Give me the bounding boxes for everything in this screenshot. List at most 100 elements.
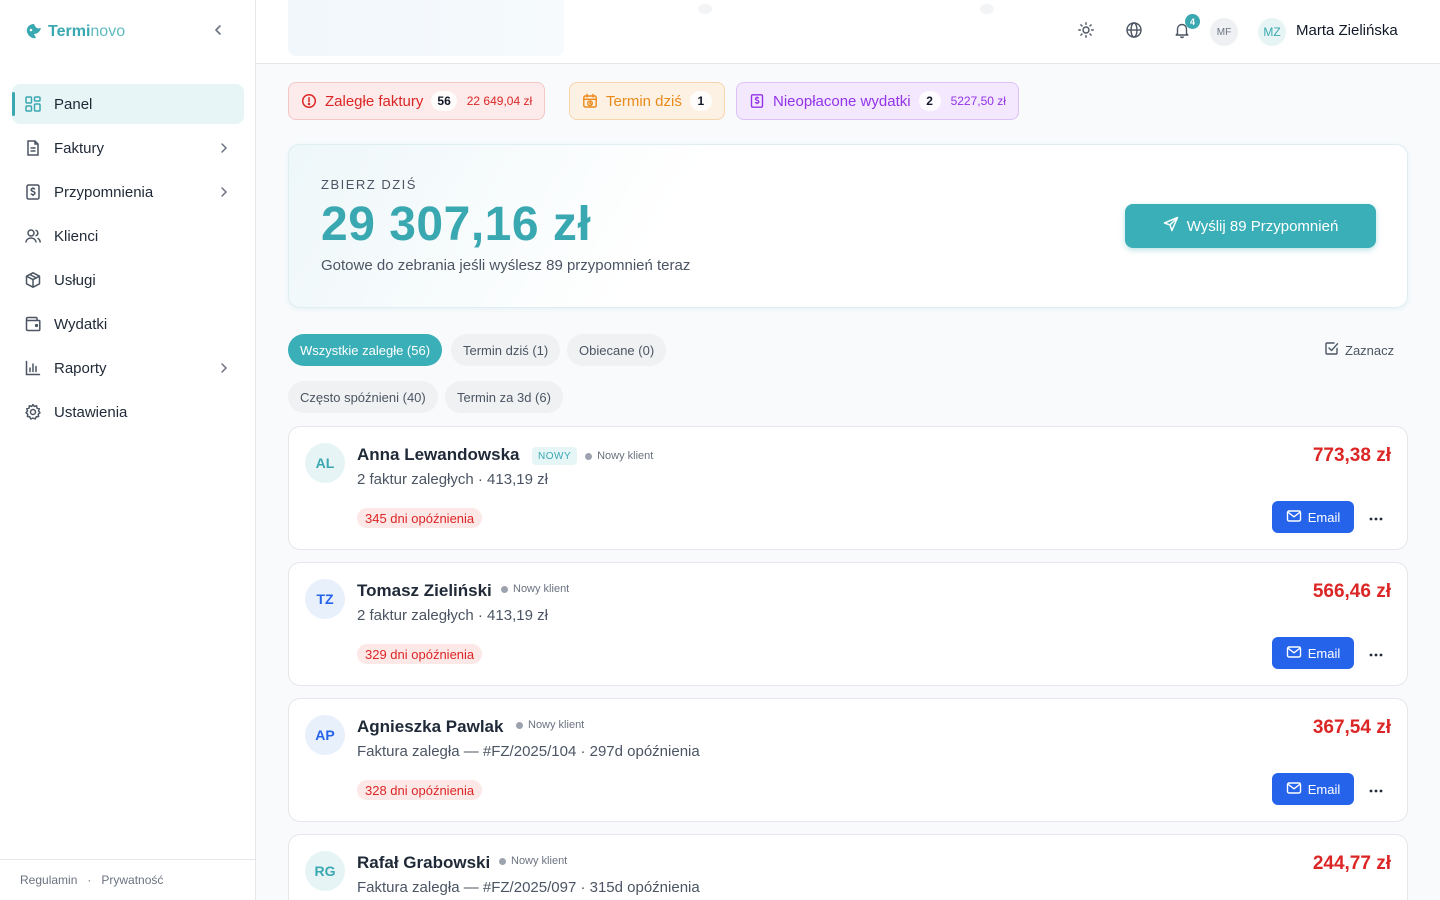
more-horizontal-icon: [1368, 780, 1384, 798]
client-name[interactable]: Tomasz Zieliński: [357, 581, 492, 601]
client-card[interactable]: RG Rafał Grabowski Nowy klient Faktura z…: [288, 834, 1408, 900]
client-status: Nowy klient: [516, 719, 584, 731]
sidebar-item-label: Faktury: [54, 139, 105, 157]
package-icon: [24, 271, 42, 289]
privacy-link[interactable]: Prywatność: [101, 873, 163, 887]
client-tags: Nowy klient: [516, 719, 584, 731]
chip-label: Termin dziś: [606, 92, 682, 110]
client-status-text: Nowy klient: [597, 450, 654, 462]
email-button[interactable]: Email: [1272, 773, 1354, 805]
send-reminders-label: Wyślij 89 Przypomnień: [1186, 217, 1339, 235]
chip-label: Nieopłacone wydatki: [773, 92, 911, 110]
send-reminders-button[interactable]: Wyślij 89 Przypomnień: [1125, 204, 1376, 248]
email-button-label: Email: [1307, 645, 1341, 661]
notifications-button[interactable]: 4: [1170, 14, 1200, 44]
brand-name-part2: novo: [90, 23, 126, 40]
client-card[interactable]: AP Agnieszka Pawlak Nowy klient Faktura …: [288, 698, 1408, 822]
filter-due-3d[interactable]: Termin za 3d (6): [445, 381, 563, 413]
chip-amount: 22 649,04 zł: [466, 94, 533, 108]
client-tags: Nowy klient: [499, 855, 567, 867]
alert-circle-icon: [301, 93, 317, 109]
sidebar-item-klienci[interactable]: Klienci: [12, 216, 244, 256]
unpaid-expenses-chip[interactable]: Nieopłacone wydatki 2 5227,50 zł: [736, 82, 1019, 120]
terms-link[interactable]: Regulamin: [20, 873, 77, 887]
client-avatar: AL: [305, 443, 345, 483]
client-name[interactable]: Rafał Grabowski: [357, 853, 490, 873]
client-status-text: Nowy klient: [513, 583, 570, 595]
user-avatar[interactable]: MZ: [1258, 18, 1286, 46]
sidebar-item-label: Przypomnienia: [54, 183, 154, 201]
due-today-chip[interactable]: Termin dziś 1: [569, 82, 725, 120]
dollar-bill-icon: [24, 183, 42, 201]
client-detail: 2 faktur zaległych · 413,19 zł: [357, 471, 548, 488]
client-status: Nowy klient: [499, 855, 567, 867]
sidebar-item-faktury[interactable]: Faktury: [12, 128, 244, 168]
email-button[interactable]: Email: [1272, 501, 1354, 533]
more-actions-button[interactable]: [1364, 505, 1388, 529]
client-status-text: Nowy klient: [511, 855, 568, 867]
filter-promised[interactable]: Obiecane (0): [567, 334, 667, 366]
sidebar-item-ustawienia[interactable]: Ustawienia: [12, 392, 244, 432]
sidebar-item-panel[interactable]: Panel: [12, 84, 244, 124]
client-amount: 244,77 zł: [1312, 853, 1391, 874]
theme-toggle-button[interactable]: [1074, 20, 1098, 44]
users-icon: [24, 227, 42, 245]
select-mode-button[interactable]: Zaznacz: [1324, 340, 1394, 360]
mail-icon: [1286, 509, 1302, 526]
sidebar-item-label: Panel: [54, 95, 93, 113]
filter-all-overdue[interactable]: Wszystkie zaległe (56): [288, 334, 443, 366]
client-status: Nowy klient: [585, 450, 653, 462]
filter-due-today[interactable]: Termin dziś (1): [451, 334, 561, 366]
sidebar-item-wydatki[interactable]: Wydatki: [12, 304, 244, 344]
email-button-label: Email: [1307, 781, 1341, 797]
collect-today-subtitle: Gotowe do zebrania jeśli wyślesz 89 przy…: [321, 257, 691, 274]
header-tab-placeholder: [980, 4, 994, 14]
client-avatar: TZ: [305, 579, 345, 619]
dashboard-icon: [24, 95, 42, 113]
overdue-invoices-chip[interactable]: Zaległe faktury 56 22 649,04 zł: [288, 82, 546, 120]
client-detail: Faktura zaległa — #FZ/2025/104 · 297d op…: [357, 743, 700, 760]
collect-today-kicker: ZBIERZ DZIŚ: [321, 177, 417, 192]
client-name[interactable]: Anna Lewandowska: [357, 445, 519, 465]
client-card[interactable]: AL Anna Lewandowska NOWY Nowy klient 2 f…: [288, 426, 1408, 550]
status-dot: [499, 857, 506, 865]
user-name[interactable]: Marta Zielińska: [1296, 22, 1398, 39]
client-amount: 566,46 zł: [1312, 581, 1391, 602]
sidebar-item-uslugi[interactable]: Usługi: [12, 260, 244, 300]
client-avatar: RG: [305, 851, 345, 891]
collapse-sidebar-button[interactable]: [208, 22, 228, 42]
chip-count: 2: [918, 91, 941, 111]
notification-count-badge: 4: [1185, 14, 1200, 29]
client-status: Nowy klient: [501, 583, 569, 595]
more-actions-button[interactable]: [1364, 641, 1388, 665]
client-tags: NOWY Nowy klient: [532, 447, 653, 465]
logo-icon: [24, 22, 44, 42]
sidebar-item-label: Raporty: [54, 359, 107, 377]
status-dot: [501, 585, 508, 593]
delay-badge: 329 dni opóźnienia: [357, 644, 483, 664]
language-button[interactable]: [1122, 20, 1146, 44]
mail-icon: [1286, 781, 1302, 798]
chip-amount: 5227,50 zł: [950, 94, 1006, 108]
chip-label: Zaległe faktury: [325, 92, 424, 110]
secondary-avatar[interactable]: MF: [1210, 18, 1238, 46]
sidebar-item-label: Wydatki: [54, 315, 108, 333]
chevron-right-icon: [216, 184, 232, 200]
delay-badge: 345 dni opóźnienia: [357, 508, 483, 528]
filter-often-late[interactable]: Często spóźnieni (40): [288, 381, 438, 413]
sidebar-item-przypomnienia[interactable]: Przypomnienia: [12, 172, 244, 212]
client-card[interactable]: TZ Tomasz Zieliński Nowy klient 2 faktur…: [288, 562, 1408, 686]
header-tab-placeholder: [288, 0, 564, 56]
client-status-text: Nowy klient: [528, 719, 585, 731]
chevron-right-icon: [216, 360, 232, 376]
sidebar-nav: Panel Faktury Przypomnienia Klienci Usłu…: [12, 84, 244, 436]
brand-logo[interactable]: Termi novo: [24, 20, 125, 44]
checkbox-icon: [1324, 341, 1339, 359]
client-amount: 367,54 zł: [1312, 717, 1391, 738]
client-tags: Nowy klient: [501, 583, 569, 595]
sidebar-item-raporty[interactable]: Raporty: [12, 348, 244, 388]
more-actions-button[interactable]: [1364, 777, 1388, 801]
email-button[interactable]: Email: [1272, 637, 1354, 669]
client-detail: 2 faktur zaległych · 413,19 zł: [357, 607, 548, 624]
client-name[interactable]: Agnieszka Pawlak: [357, 717, 503, 737]
